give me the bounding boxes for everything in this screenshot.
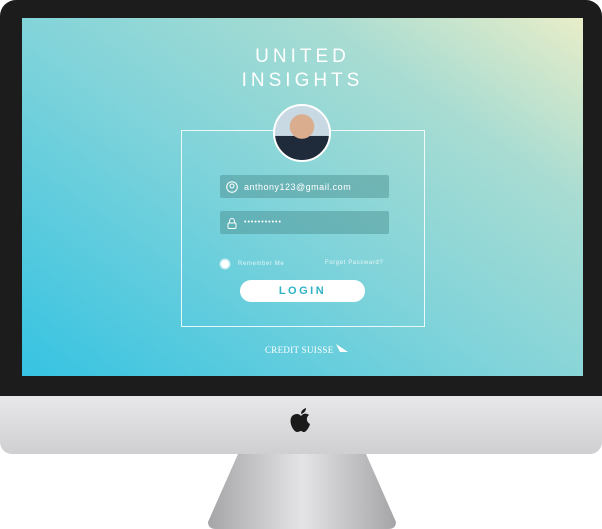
login-button[interactable]: LOGIN bbox=[240, 280, 365, 302]
forgot-password-link[interactable]: Forget Passward? bbox=[325, 260, 383, 266]
email-field[interactable]: anthony123@gmail.com bbox=[220, 175, 389, 198]
user-circle-icon bbox=[226, 180, 238, 193]
monitor-stand bbox=[208, 454, 396, 529]
remember-label: Remember Me bbox=[238, 261, 285, 267]
email-value: anthony123@gmail.com bbox=[244, 181, 352, 192]
app-title-line2: INSIGHTS bbox=[241, 70, 364, 91]
avatar bbox=[273, 104, 331, 162]
brand-name: CREDIT SUISSE bbox=[265, 345, 334, 355]
login-screen: UNITED INSIGHTS anthony123@gmail.com •••… bbox=[22, 18, 583, 376]
apple-logo-icon bbox=[290, 408, 310, 432]
radio-button[interactable] bbox=[221, 260, 229, 268]
password-field[interactable]: ••••••••••• bbox=[220, 211, 389, 234]
sails-icon bbox=[335, 344, 348, 352]
app-title-line1: UNITED bbox=[255, 46, 350, 67]
lock-icon bbox=[226, 217, 238, 229]
credit-suisse-logo: CREDIT SUISSE bbox=[265, 343, 349, 355]
remember-me-radio[interactable]: Remember Me bbox=[221, 260, 284, 268]
password-value: ••••••••••• bbox=[244, 219, 282, 226]
